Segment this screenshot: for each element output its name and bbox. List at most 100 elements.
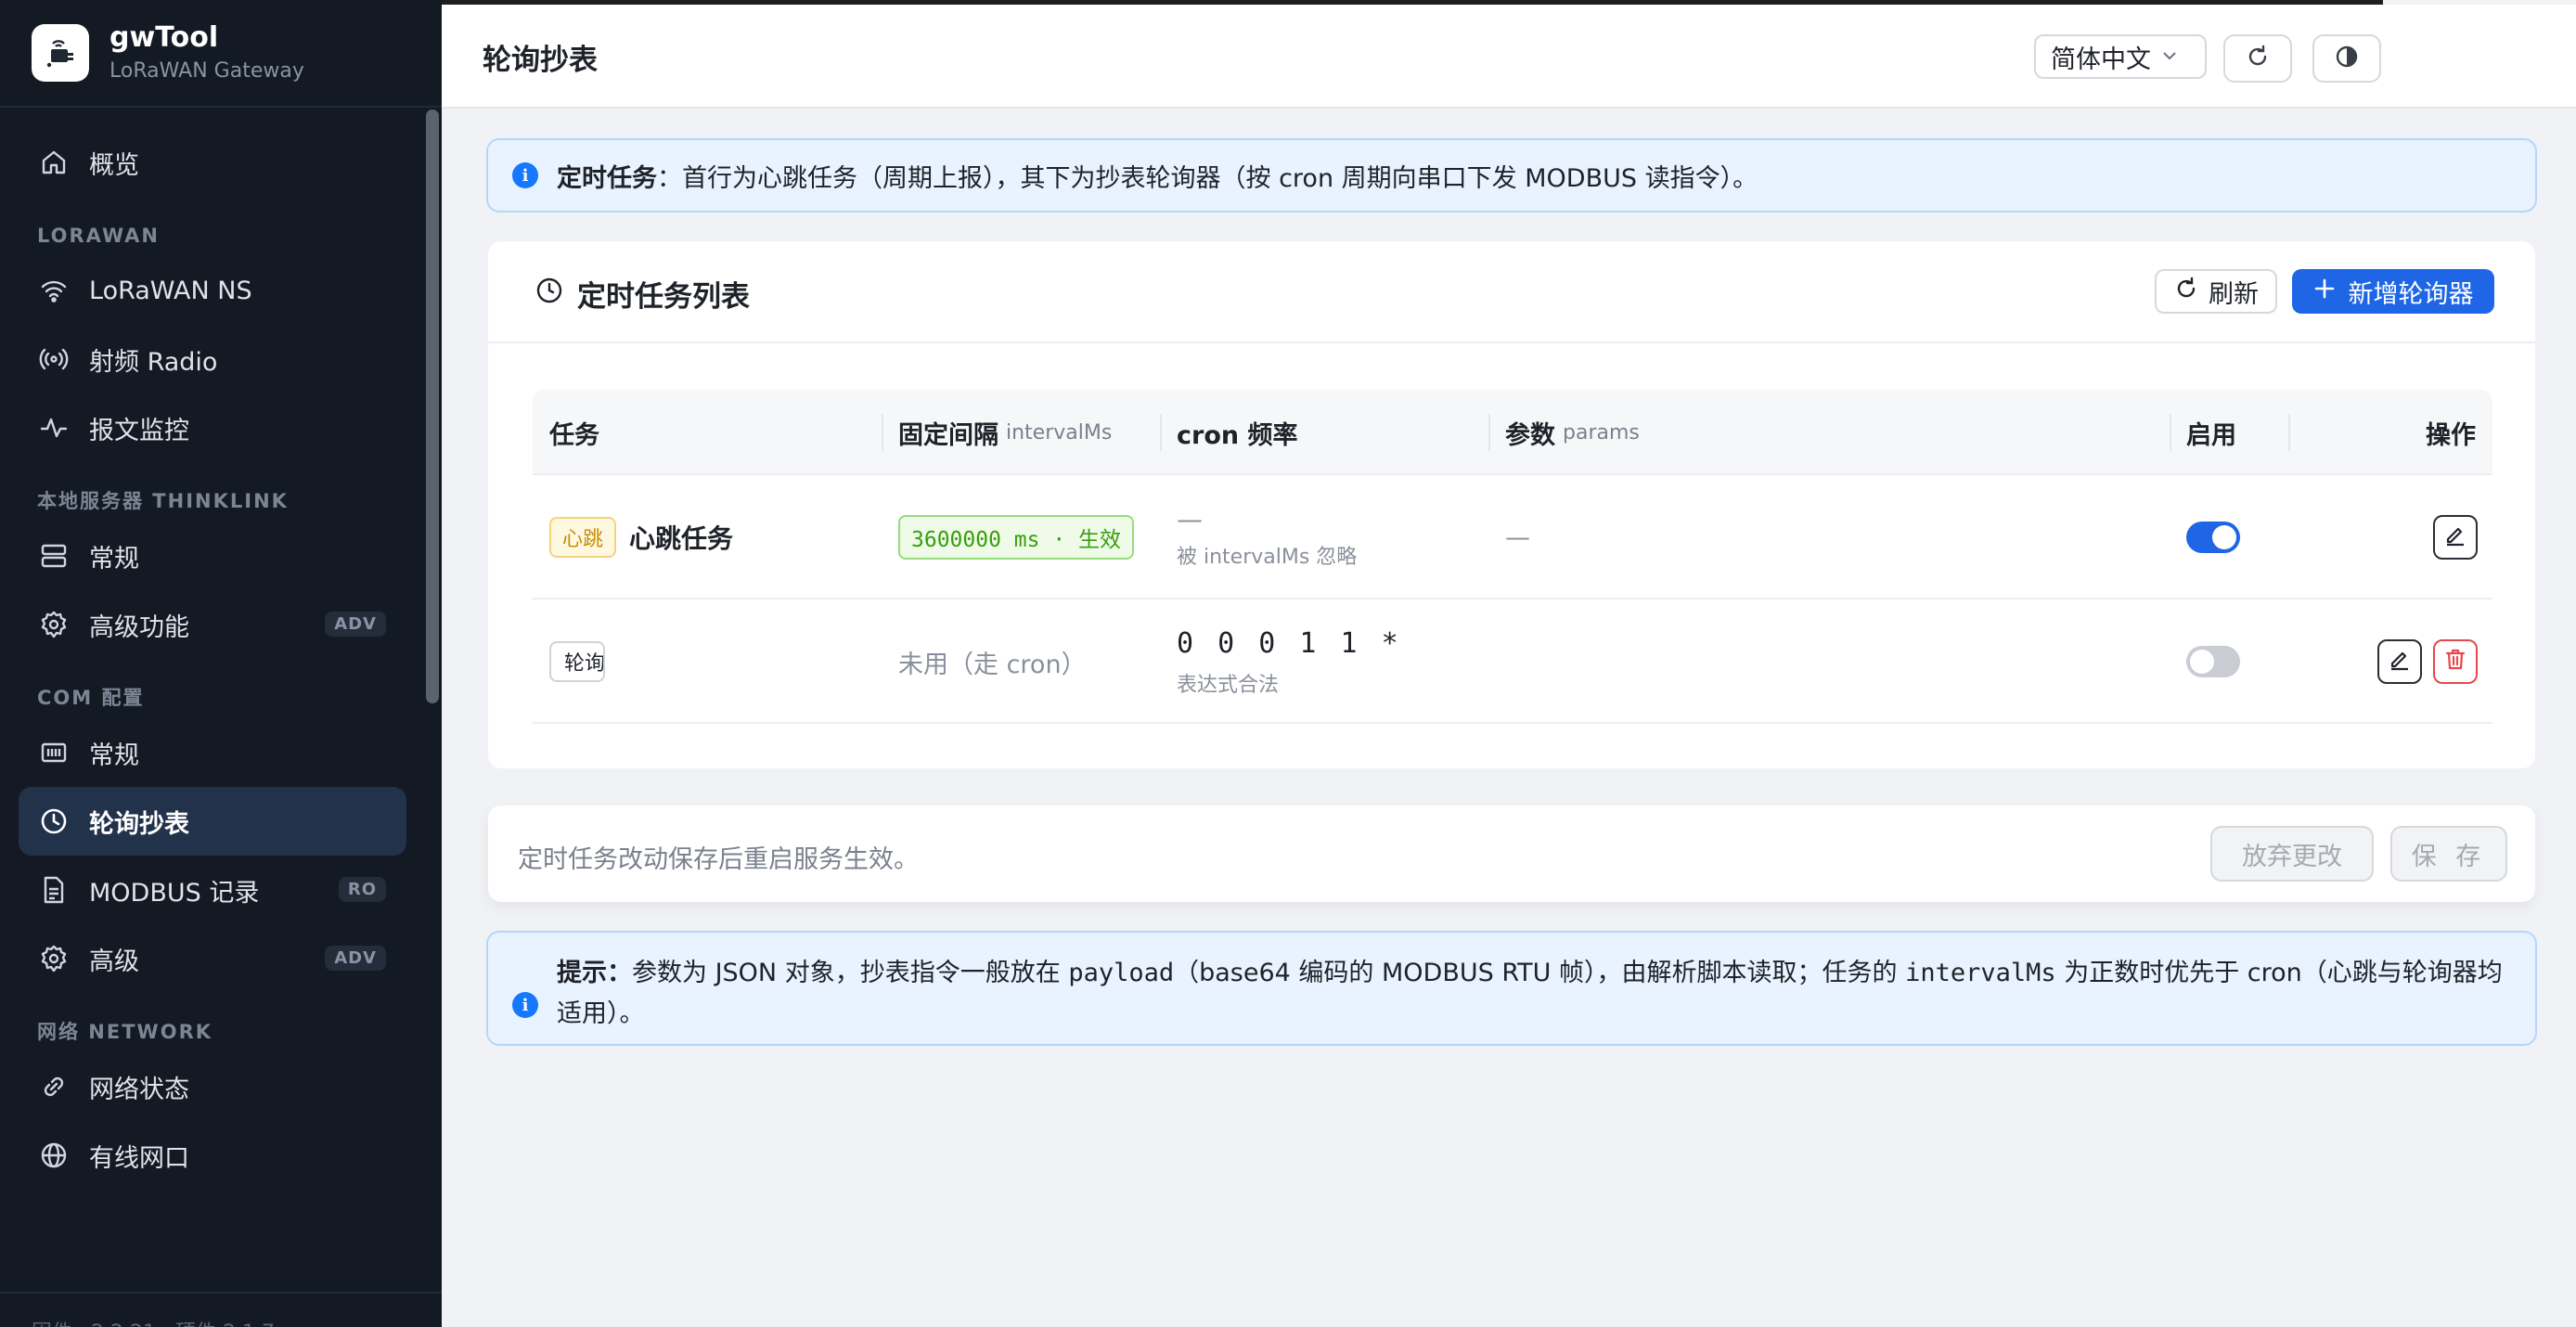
- enabled-toggle[interactable]: [2186, 522, 2240, 553]
- edit-button[interactable]: [2377, 639, 2422, 684]
- refresh-label: 刷新: [2209, 279, 2259, 309]
- brand-name: gwTool: [109, 21, 219, 54]
- refresh-icon: [2173, 276, 2199, 308]
- edit-button[interactable]: [2433, 515, 2478, 560]
- globe-icon: [37, 1139, 71, 1172]
- col-enabled: 启用: [2186, 420, 2236, 450]
- card-title-text: 定时任务列表: [577, 280, 750, 314]
- activity-icon: [37, 411, 71, 444]
- trash-icon: [2443, 647, 2467, 677]
- link-icon: [37, 1070, 71, 1103]
- add-poller-label: 新增轮询器: [2348, 279, 2474, 309]
- task-cell: 轮询: [549, 599, 605, 724]
- sidebar-scrollbar[interactable]: [426, 110, 439, 703]
- brand: gwTool LoRaWAN Gateway: [0, 0, 442, 108]
- task-table: 任务 固定间隔 intervalMs cron 频率 参数 params 启用 操作…: [533, 390, 2492, 724]
- edit-icon: [2443, 522, 2467, 553]
- task-list-card: 定时任务列表 刷新 新增轮询器 任务 固定间隔 intervalMs cron 频…: [488, 241, 2535, 768]
- col-cron: cron 频率: [1177, 420, 1298, 450]
- params-cell: —: [1505, 522, 1530, 552]
- sidebar-footer: 固件 v2.2.21 · 硬件 2.1.7: [0, 1292, 442, 1327]
- table-header: 任务 固定间隔 intervalMs cron 频率 参数 params 启用 操作: [533, 390, 2492, 475]
- plus-icon: [2313, 277, 2336, 306]
- cron-cell: — 被 intervalMs 忽略: [1177, 475, 1357, 599]
- sidebar-item-network-status[interactable]: 网络状态: [19, 1052, 406, 1121]
- section-lorawan: LORAWAN: [37, 225, 161, 247]
- sidebar-item-com-advanced[interactable]: 高级 ADV: [19, 924, 406, 993]
- clock-icon: [37, 805, 71, 838]
- interval-cell: 3600000 ms · 生效: [898, 475, 1135, 599]
- sidebar-item-com-general[interactable]: 常规: [19, 718, 406, 787]
- sidebar-item-lorawan-ns[interactable]: LoRaWAN NS: [19, 256, 406, 325]
- sidebar-item-polling[interactable]: 轮询抄表: [19, 787, 406, 856]
- header: 轮询抄表 简体中文: [442, 5, 2576, 109]
- delete-button[interactable]: [2433, 639, 2478, 684]
- document-icon: [37, 873, 71, 907]
- sidebar-item-label: MODBUS 记录: [89, 878, 260, 908]
- save-hint: 定时任务改动保存后重启服务生效。: [518, 845, 919, 874]
- col-task: 任务: [549, 420, 599, 450]
- sidebar-item-label: 高级: [89, 947, 139, 976]
- brand-subtitle: LoRaWAN Gateway: [109, 59, 304, 83]
- sidebar-item-label: LoRaWAN NS: [89, 276, 252, 305]
- info-banner-hint: i 提示：参数为 JSON 对象，抄表指令一般放在 payload（base64…: [486, 931, 2537, 1046]
- theme-toggle-button[interactable]: [2312, 34, 2381, 83]
- sidebar-item-label: 轮询抄表: [89, 809, 189, 839]
- col-interval: 固定间隔 intervalMs: [898, 420, 1113, 450]
- adv-badge: ADV: [325, 946, 386, 971]
- sidebar-item-wired[interactable]: 有线网口: [19, 1121, 406, 1190]
- enabled-cell: [2186, 475, 2240, 599]
- logo: [32, 24, 89, 82]
- serial-port-icon: [37, 736, 71, 769]
- col-params: 参数 params: [1505, 420, 1640, 450]
- home-icon: [37, 146, 71, 179]
- actions-cell: [2433, 475, 2478, 599]
- sidebar-item-label: 常规: [89, 741, 139, 770]
- interval-cell: 未用（走 cron）: [898, 650, 1087, 679]
- info-banner-tasks: i 定时任务：首行为心跳任务（周期上报），其下为抄表轮询器（按 cron 周期向…: [486, 138, 2537, 213]
- cron-value: —: [1177, 504, 1203, 535]
- sidebar-item-packet-monitor[interactable]: 报文监控: [19, 393, 406, 462]
- server-icon: [37, 539, 71, 573]
- sidebar-item-local-general[interactable]: 常规: [19, 522, 406, 590]
- add-poller-button[interactable]: 新增轮询器: [2292, 269, 2494, 314]
- page-title: 轮询抄表: [483, 44, 598, 77]
- sidebar-item-label: 常规: [89, 544, 139, 573]
- cron-expression: 0 0 0 1 1 *: [1177, 627, 1402, 660]
- sidebar-item-advanced-features[interactable]: 高级功能 ADV: [19, 590, 406, 659]
- info-banner-text: 提示：参数为 JSON 对象，抄表指令一般放在 payload（base64 编…: [557, 959, 2503, 1028]
- radio-signal-icon: [37, 342, 71, 376]
- sidebar-item-label: 有线网口: [89, 1143, 189, 1173]
- enabled-cell: [2186, 599, 2240, 724]
- table-row: 心跳 心跳任务 3600000 ms · 生效 — 被 intervalMs 忽…: [533, 475, 2492, 599]
- ro-badge: RO: [338, 877, 386, 902]
- gear-icon: [37, 942, 71, 975]
- sidebar-item-label: 概览: [89, 150, 139, 180]
- gear-icon: [37, 608, 71, 641]
- sidebar-item-overview[interactable]: 概览: [19, 128, 406, 197]
- heartbeat-tag: 心跳: [549, 517, 617, 558]
- info-banner-text: 定时任务：首行为心跳任务（周期上报），其下为抄表轮询器（按 cron 周期向串口…: [557, 158, 1758, 194]
- adv-badge: ADV: [325, 612, 386, 637]
- sidebar-item-radio[interactable]: 射频 Radio: [19, 325, 406, 393]
- task-cell: 心跳 心跳任务: [549, 475, 733, 599]
- language-value: 简体中文: [2051, 45, 2151, 74]
- refresh-icon: [2245, 44, 2271, 73]
- cron-cell: 0 0 0 1 1 * 表达式合法: [1177, 599, 1402, 724]
- language-select[interactable]: 简体中文: [2034, 34, 2207, 79]
- info-label: 定时任务: [557, 163, 657, 193]
- actions-cell: [2377, 599, 2478, 724]
- save-button[interactable]: 保 存: [2390, 826, 2507, 882]
- card-header: 定时任务列表 刷新 新增轮询器: [488, 241, 2535, 343]
- cron-note: 表达式合法: [1177, 674, 1280, 697]
- enabled-toggle[interactable]: [2186, 646, 2240, 677]
- code-intervalms: intervalMs: [1905, 959, 2056, 987]
- header-refresh-button[interactable]: [2223, 34, 2292, 83]
- sidebar-item-modbus-log[interactable]: MODBUS 记录 RO: [19, 856, 406, 924]
- info-icon: i: [512, 992, 538, 1018]
- refresh-button[interactable]: 刷新: [2155, 269, 2277, 314]
- sidebar-item-label: 高级功能: [89, 612, 189, 642]
- contrast-icon: [2334, 44, 2360, 73]
- clock-icon: [535, 276, 564, 313]
- discard-button[interactable]: 放弃更改: [2210, 826, 2374, 882]
